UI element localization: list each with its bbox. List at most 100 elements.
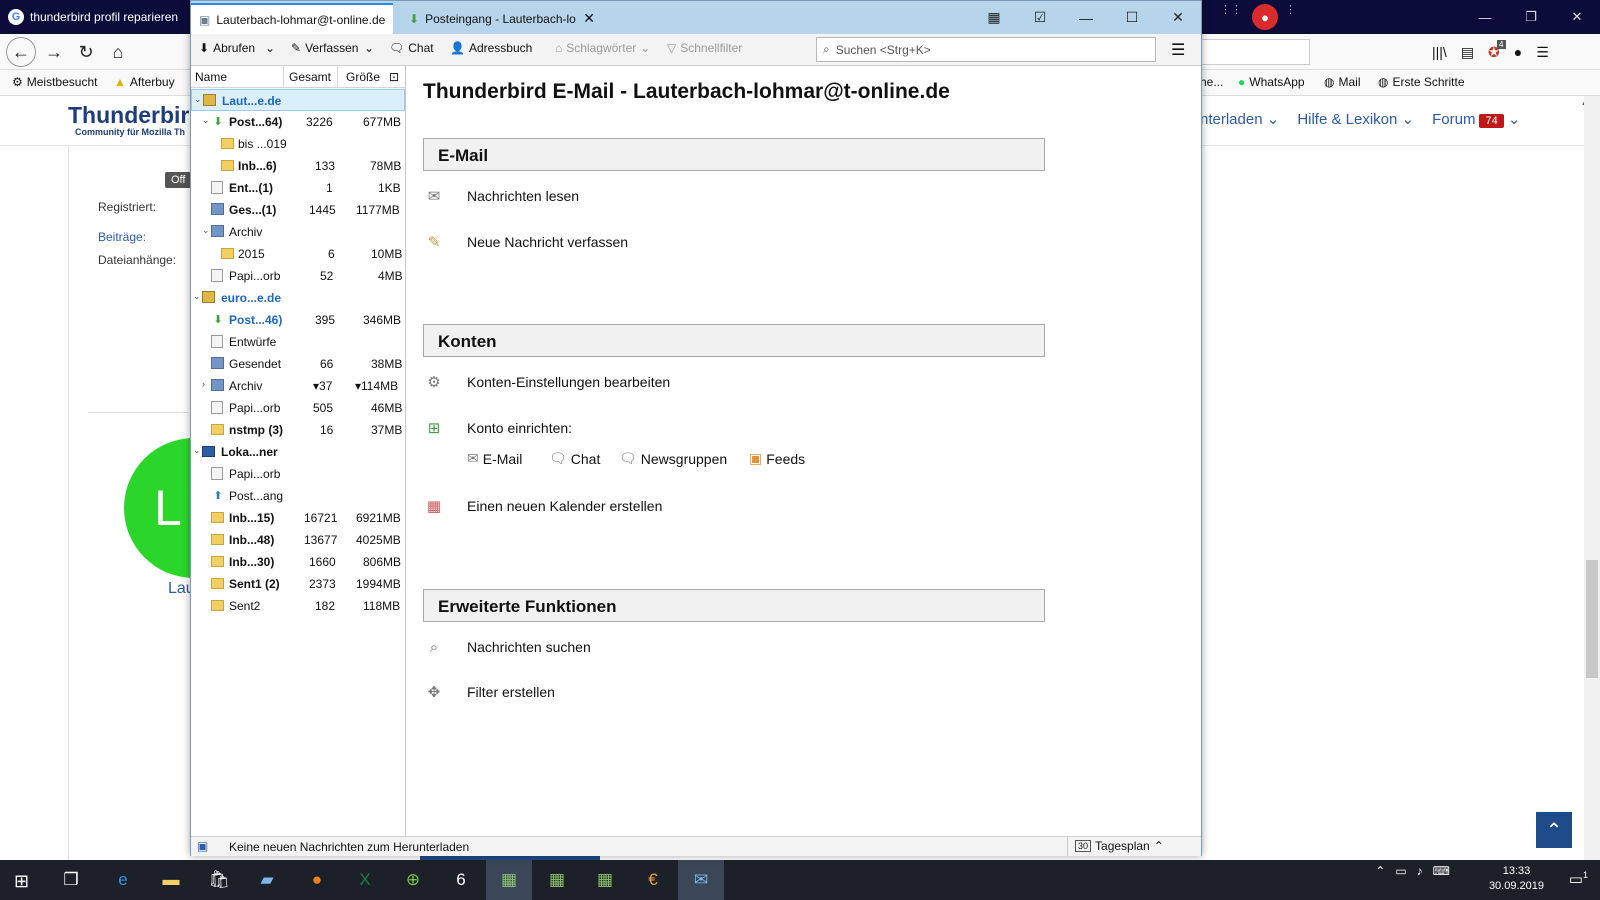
tab-account[interactable]: ▣ Lauterbach-lohmar@t-online.de bbox=[191, 3, 393, 34]
folder-row[interactable]: ⌄ Laut...e.de bbox=[191, 89, 405, 111]
bookmark-erste-schritte[interactable]: ◍ Erste Schritte bbox=[1378, 75, 1465, 89]
task-view-icon[interactable]: ❐ bbox=[48, 860, 94, 900]
back-icon[interactable]: ← bbox=[6, 37, 36, 67]
firefox-icon[interactable]: ● bbox=[294, 860, 340, 900]
account-icon[interactable]: ● bbox=[1514, 44, 1522, 61]
folder-row[interactable]: ⌄ Loka...ner bbox=[191, 441, 405, 463]
account-settings-link[interactable]: ⚙ Konten-Einstellungen bearbeiten bbox=[423, 371, 670, 393]
compose-message-link[interactable]: ✎ Neue Nachricht verfassen bbox=[423, 231, 628, 253]
folder-row[interactable]: Ent...(1) 1 1KB bbox=[191, 177, 405, 199]
store-icon[interactable]: 🛍 bbox=[196, 860, 242, 900]
close-icon[interactable]: ✕ bbox=[1155, 1, 1201, 34]
search-field[interactable]: ⌕ Suchen <Strg+K> bbox=[816, 37, 1156, 62]
folder-row[interactable]: 2015 6 10MB bbox=[191, 243, 405, 265]
write-dropdown[interactable]: ⌄ bbox=[364, 41, 374, 55]
nav-help[interactable]: Hilfe & Lexikon ⌄ bbox=[1297, 110, 1414, 128]
volume-icon[interactable]: ♪ bbox=[1417, 864, 1423, 878]
forward-icon[interactable]: → bbox=[40, 40, 68, 64]
bookmark-afterbuy[interactable]: ▲ Afterbuy bbox=[114, 75, 175, 89]
notification-icon[interactable]: ▭1 bbox=[1569, 870, 1588, 888]
folder-row[interactable]: Inb...6) 133 78MB bbox=[191, 155, 405, 177]
folder-row[interactable]: Inb...48) 13677 4025MB bbox=[191, 529, 405, 551]
folder-row[interactable]: Papi...orb 52 4MB bbox=[191, 265, 405, 287]
app-map3-icon[interactable]: ▦ bbox=[582, 860, 628, 900]
bookmark-meistbesucht[interactable]: ⚙ Meistbesucht bbox=[12, 75, 97, 89]
new-calendar-link[interactable]: ▦ Einen neuen Kalender erstellen bbox=[423, 495, 662, 517]
tray-chevron-icon[interactable]: ⌃ bbox=[1375, 864, 1385, 878]
thunderbird-taskbar-icon[interactable]: ✉ bbox=[678, 860, 724, 900]
folder-row[interactable]: Sent1 (2) 2373 1994MB bbox=[191, 573, 405, 595]
addon-icon[interactable]: ✪ 4 bbox=[1488, 40, 1506, 61]
clock[interactable]: 13:33 30.09.2019 bbox=[1489, 864, 1544, 894]
network-icon[interactable]: ▭ bbox=[1395, 864, 1406, 878]
euro-app-icon[interactable]: € bbox=[630, 860, 676, 900]
folder-row[interactable]: bis ...019 bbox=[191, 133, 405, 155]
firefox-tab[interactable]: G thunderbird profil reparieren bbox=[0, 0, 195, 34]
expand-icon[interactable]: ⌄ bbox=[202, 225, 210, 236]
close-icon[interactable]: ✕ bbox=[1554, 0, 1600, 34]
scroll-to-top-button[interactable]: ⌃ bbox=[1536, 812, 1572, 848]
app-menu-icon[interactable]: ☰ bbox=[1171, 40, 1185, 60]
app-map2-icon[interactable]: ▦ bbox=[534, 860, 580, 900]
maximize-icon[interactable]: ☐ bbox=[1109, 1, 1155, 34]
calendar-tab-icon[interactable]: ▦ bbox=[971, 1, 1017, 34]
folder-row[interactable]: Papi...orb bbox=[191, 463, 405, 485]
setup-email-link[interactable]: ✉ E-Mail bbox=[467, 450, 522, 467]
minimize-icon[interactable]: — bbox=[1462, 0, 1508, 34]
expand-icon[interactable]: ⌄ bbox=[193, 291, 201, 302]
extension-grid-icon[interactable]: ⋮⋮ bbox=[1220, 4, 1242, 16]
sidebar-icon[interactable]: ▤ bbox=[1461, 44, 1474, 61]
setup-newsgroups-link[interactable]: 🗨 Newsgruppen bbox=[619, 450, 727, 467]
app-map-icon[interactable]: ▦ bbox=[486, 860, 532, 900]
setup-chat-link[interactable]: 🗨 Chat bbox=[549, 450, 600, 467]
online-status-icon[interactable]: ▣ bbox=[197, 839, 208, 853]
site-logo[interactable]: Thunderbir bbox=[68, 102, 189, 129]
reload-icon[interactable]: ↻ bbox=[72, 40, 100, 64]
folder-row[interactable]: Gesendet 66 38MB bbox=[191, 353, 405, 375]
folder-row[interactable]: Inb...30) 1660 806MB bbox=[191, 551, 405, 573]
expand-icon[interactable]: › bbox=[202, 379, 205, 389]
folder-row[interactable]: Ges...(1) 1445 1177MB bbox=[191, 199, 405, 221]
tasks-tab-icon[interactable]: ☑ bbox=[1017, 1, 1063, 34]
bookmark-mail[interactable]: ◍ Mail bbox=[1324, 75, 1361, 89]
get-mail-dropdown[interactable]: ⌄ bbox=[265, 41, 275, 55]
search-messages-link[interactable]: ⌕ Nachrichten suchen bbox=[423, 636, 591, 658]
explorer-icon[interactable]: ▬ bbox=[148, 860, 194, 900]
ms-app-icon[interactable]: ⊕ bbox=[390, 860, 436, 900]
page-scrollbar[interactable] bbox=[1584, 96, 1600, 860]
folder-row[interactable]: › Archiv ▾37 ▾114MB bbox=[191, 375, 405, 397]
restore-icon[interactable]: ❐ bbox=[1508, 0, 1554, 34]
label-posts[interactable]: Beiträge: bbox=[98, 230, 146, 244]
remote-icon[interactable]: ▰ bbox=[244, 860, 290, 900]
app-six-icon[interactable]: 6 bbox=[438, 860, 484, 900]
folder-row[interactable]: ⬇ Post...46) 395 346MB bbox=[191, 309, 405, 331]
nav-download[interactable]: nterladen ⌄ bbox=[1200, 110, 1279, 128]
folder-row[interactable]: nstmp (3) 16 37MB bbox=[191, 419, 405, 441]
column-name[interactable]: Name bbox=[195, 70, 227, 84]
folder-row[interactable]: ⬆ Post...ang bbox=[191, 485, 405, 507]
excel-icon[interactable]: X bbox=[342, 860, 388, 900]
windows-start-icon[interactable]: ⊞ bbox=[14, 871, 29, 892]
scroll-thumb[interactable] bbox=[1586, 560, 1598, 678]
folder-row[interactable]: Inb...15) 16721 6921MB bbox=[191, 507, 405, 529]
column-picker-icon[interactable]: ⊡ bbox=[389, 70, 399, 84]
bookmark-whatsapp[interactable]: ● WhatsApp bbox=[1238, 75, 1305, 89]
read-messages-link[interactable]: ✉ Nachrichten lesen bbox=[423, 185, 579, 207]
minimize-icon[interactable]: — bbox=[1063, 1, 1109, 34]
expand-icon[interactable]: ⌄ bbox=[202, 115, 210, 126]
tab-close-icon[interactable]: ✕ bbox=[583, 10, 595, 27]
microphone-icon[interactable]: ● bbox=[1252, 4, 1278, 30]
folder-row[interactable]: Entwürfe bbox=[191, 331, 405, 353]
folder-row[interactable]: ⌄ Archiv bbox=[191, 221, 405, 243]
setup-feeds-link[interactable]: ▣ Feeds bbox=[749, 450, 805, 467]
ime-icon[interactable]: ⌨ bbox=[1433, 864, 1450, 878]
url-bar[interactable] bbox=[1200, 39, 1310, 65]
nav-forum[interactable]: Forum 74 ⌄ bbox=[1432, 110, 1520, 128]
address-book-button[interactable]: 👤 Adressbuch bbox=[450, 41, 532, 55]
tab-inbox[interactable]: ⬇ Posteingang - Lauterbach-lo ✕ bbox=[401, 3, 603, 34]
library-icon[interactable]: |||\ bbox=[1432, 44, 1447, 61]
quick-filter-button[interactable]: ▽ Schnellfilter bbox=[667, 41, 742, 55]
menu-icon[interactable]: ☰ bbox=[1536, 44, 1549, 61]
home-icon[interactable]: ⌂ bbox=[104, 40, 132, 64]
bookmark-truncated[interactable]: he... bbox=[1200, 75, 1223, 89]
